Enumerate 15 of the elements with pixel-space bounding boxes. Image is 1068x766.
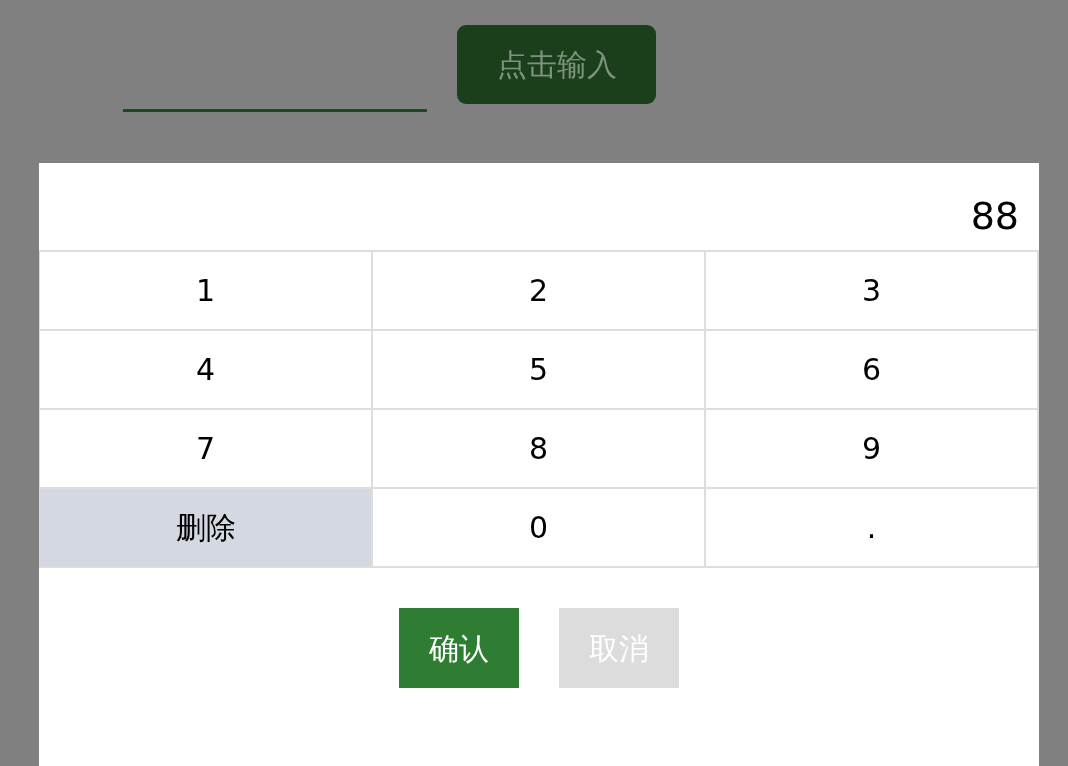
key-button[interactable]: 4 [40,331,373,410]
key-button[interactable]: 6 [706,331,1039,410]
key-button[interactable]: . [706,489,1039,568]
key-button[interactable]: 5 [373,331,706,410]
key-button[interactable]: 0 [373,489,706,568]
key-button[interactable]: 1 [40,252,373,331]
key-button[interactable]: 8 [373,410,706,489]
confirm-button[interactable]: 确认 [399,608,519,688]
display-value: 88 [969,193,1020,240]
key-button[interactable]: 7 [40,410,373,489]
delete-button[interactable]: 删除 [40,489,373,568]
key-button[interactable]: 9 [706,410,1039,489]
key-button[interactable]: 2 [373,252,706,331]
key-button[interactable]: 3 [706,252,1039,331]
input-button[interactable]: 点击输入 [457,25,656,104]
